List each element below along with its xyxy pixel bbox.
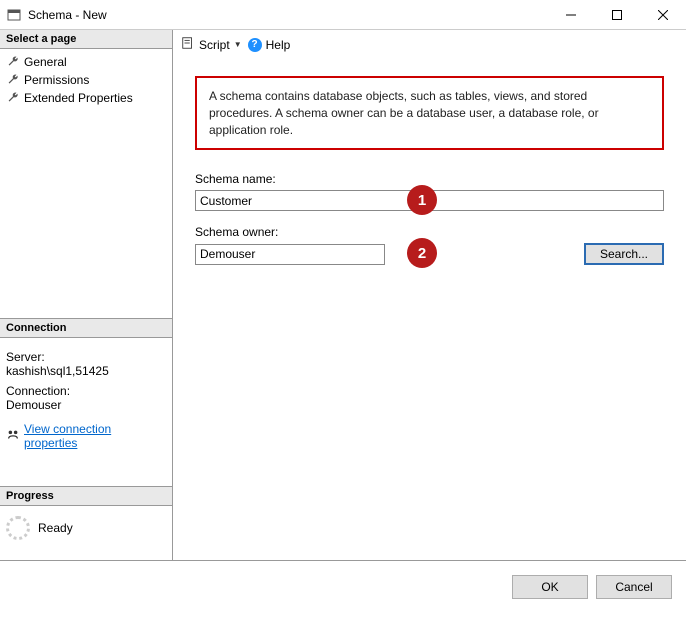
chevron-down-icon: ▼ (234, 40, 242, 49)
window-icon (6, 7, 22, 23)
connection-body: Server: kashish\sql1,51425 Connection: D… (0, 338, 172, 456)
toolbar: Script ▼ ? Help (173, 30, 686, 60)
schema-name-label: Schema name: (195, 172, 664, 186)
callout-badge-2: 2 (407, 238, 437, 268)
script-button[interactable]: Script ▼ (181, 36, 242, 53)
connection-header: Connection (0, 318, 172, 338)
connection-label: Connection: (6, 384, 166, 398)
page-list: General Permissions Extended Properties (0, 49, 172, 111)
page-item-permissions[interactable]: Permissions (0, 71, 172, 89)
page-item-label: Permissions (24, 73, 89, 87)
close-button[interactable] (640, 0, 686, 29)
wrench-icon (6, 91, 20, 105)
footer: OK Cancel (0, 560, 686, 612)
content-area: A schema contains database objects, such… (173, 60, 686, 295)
ok-button[interactable]: OK (512, 575, 588, 599)
server-value: kashish\sql1,51425 (6, 364, 166, 378)
left-pane: Select a page General Permissions Extend… (0, 30, 173, 560)
help-label: Help (266, 38, 291, 52)
connection-props-icon (6, 428, 20, 445)
progress-body: Ready (0, 506, 172, 560)
help-button[interactable]: ? Help (248, 38, 291, 52)
script-icon (181, 36, 195, 53)
help-icon: ? (248, 38, 262, 52)
script-label: Script (199, 38, 230, 52)
schema-owner-label: Schema owner: (195, 225, 664, 239)
wrench-icon (6, 73, 20, 87)
wrench-icon (6, 55, 20, 69)
progress-spinner-icon (6, 516, 30, 540)
schema-owner-input[interactable] (195, 244, 385, 265)
cancel-button[interactable]: Cancel (596, 575, 672, 599)
right-pane: Script ▼ ? Help A schema contains databa… (173, 30, 686, 560)
select-page-header: Select a page (0, 30, 172, 49)
main-area: Select a page General Permissions Extend… (0, 30, 686, 560)
page-item-label: General (24, 55, 67, 69)
page-item-extended-properties[interactable]: Extended Properties (0, 89, 172, 107)
title-bar: Schema - New (0, 0, 686, 30)
connection-value: Demouser (6, 398, 166, 412)
progress-status: Ready (38, 521, 73, 535)
info-box: A schema contains database objects, such… (195, 76, 664, 150)
page-item-general[interactable]: General (0, 53, 172, 71)
progress-header: Progress (0, 486, 172, 506)
page-item-label: Extended Properties (24, 91, 133, 105)
window-title: Schema - New (28, 8, 548, 22)
maximize-button[interactable] (594, 0, 640, 29)
view-connection-properties-link[interactable]: View connection properties (24, 422, 166, 450)
minimize-button[interactable] (548, 0, 594, 29)
server-label: Server: (6, 350, 166, 364)
search-button[interactable]: Search... (584, 243, 664, 265)
